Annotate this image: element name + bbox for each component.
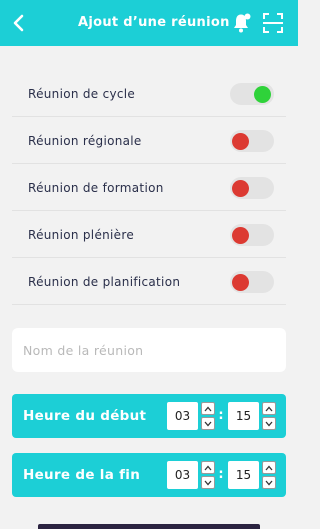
meeting-type-label: Réunion régionale <box>28 134 142 148</box>
end-hours-down-button[interactable] <box>201 476 215 489</box>
meeting-type-label: Réunion de formation <box>28 181 164 195</box>
meeting-type-row-formation: Réunion de formation <box>12 164 286 211</box>
end-hours-field[interactable]: 03 <box>167 461 198 489</box>
start-hours-up-button[interactable] <box>201 402 215 415</box>
scan-icon <box>263 13 283 33</box>
start-time-label: Heure du début <box>23 408 147 424</box>
toggle-knob-off <box>232 274 249 291</box>
chevron-down-icon <box>265 421 273 426</box>
end-hours-up-button[interactable] <box>201 461 215 474</box>
chevron-down-icon <box>265 480 273 485</box>
scan-button[interactable] <box>262 12 284 34</box>
meeting-type-row-regionale: Réunion régionale <box>12 117 286 164</box>
meeting-planification-toggle[interactable] <box>230 271 274 293</box>
toggle-knob-off <box>232 133 249 150</box>
chevron-down-icon <box>204 421 212 426</box>
meeting-formation-toggle[interactable] <box>230 177 274 199</box>
chevron-left-icon <box>13 14 24 32</box>
meeting-type-label: Réunion de cycle <box>28 87 136 101</box>
end-time-bar: Heure de la fin 03 : 15 <box>12 453 286 497</box>
chevron-up-icon <box>265 406 273 411</box>
start-hours-down-button[interactable] <box>201 417 215 430</box>
chevron-up-icon <box>204 465 212 470</box>
back-button[interactable] <box>8 11 28 35</box>
meeting-type-row-planification: Réunion de planification <box>12 258 286 305</box>
end-minutes-field[interactable]: 15 <box>228 461 259 489</box>
start-hours-field[interactable]: 03 <box>167 402 198 430</box>
meeting-type-label: Réunion de planification <box>28 275 181 289</box>
meeting-type-row-cycle: Réunion de cycle <box>12 70 286 117</box>
start-time-bar: Heure du début 03 : 15 <box>12 394 286 438</box>
meeting-regionale-toggle[interactable] <box>230 130 274 152</box>
end-time-label: Heure de la fin <box>23 467 141 483</box>
meeting-name-input[interactable] <box>12 328 286 372</box>
toggle-knob-off <box>232 227 249 244</box>
start-minutes-down-button[interactable] <box>262 417 276 430</box>
start-minutes-up-button[interactable] <box>262 402 276 415</box>
bell-icon <box>234 13 251 33</box>
toggle-knob-off <box>232 180 249 197</box>
end-time-separator: : <box>218 467 224 482</box>
toggle-knob-on <box>254 86 271 103</box>
meeting-type-row-pleniere: Réunion plénière <box>12 211 286 258</box>
notification-button[interactable] <box>232 12 252 34</box>
chevron-down-icon <box>204 480 212 485</box>
start-time-separator: : <box>218 408 224 423</box>
meeting-type-label: Réunion plénière <box>28 228 134 242</box>
meeting-type-list: Réunion de cycle Réunion régionale Réuni… <box>12 70 286 310</box>
start-minutes-field[interactable]: 15 <box>228 402 259 430</box>
end-minutes-up-button[interactable] <box>262 461 276 474</box>
chevron-up-icon <box>265 465 273 470</box>
end-minutes-down-button[interactable] <box>262 476 276 489</box>
app-header: Ajout d’une réunion <box>0 0 298 46</box>
meeting-pleniere-toggle[interactable] <box>230 224 274 246</box>
chevron-up-icon <box>204 406 212 411</box>
submit-button-partial[interactable] <box>38 524 260 529</box>
meeting-cycle-toggle[interactable] <box>230 83 274 105</box>
page-title: Ajout d’une réunion <box>78 15 230 30</box>
